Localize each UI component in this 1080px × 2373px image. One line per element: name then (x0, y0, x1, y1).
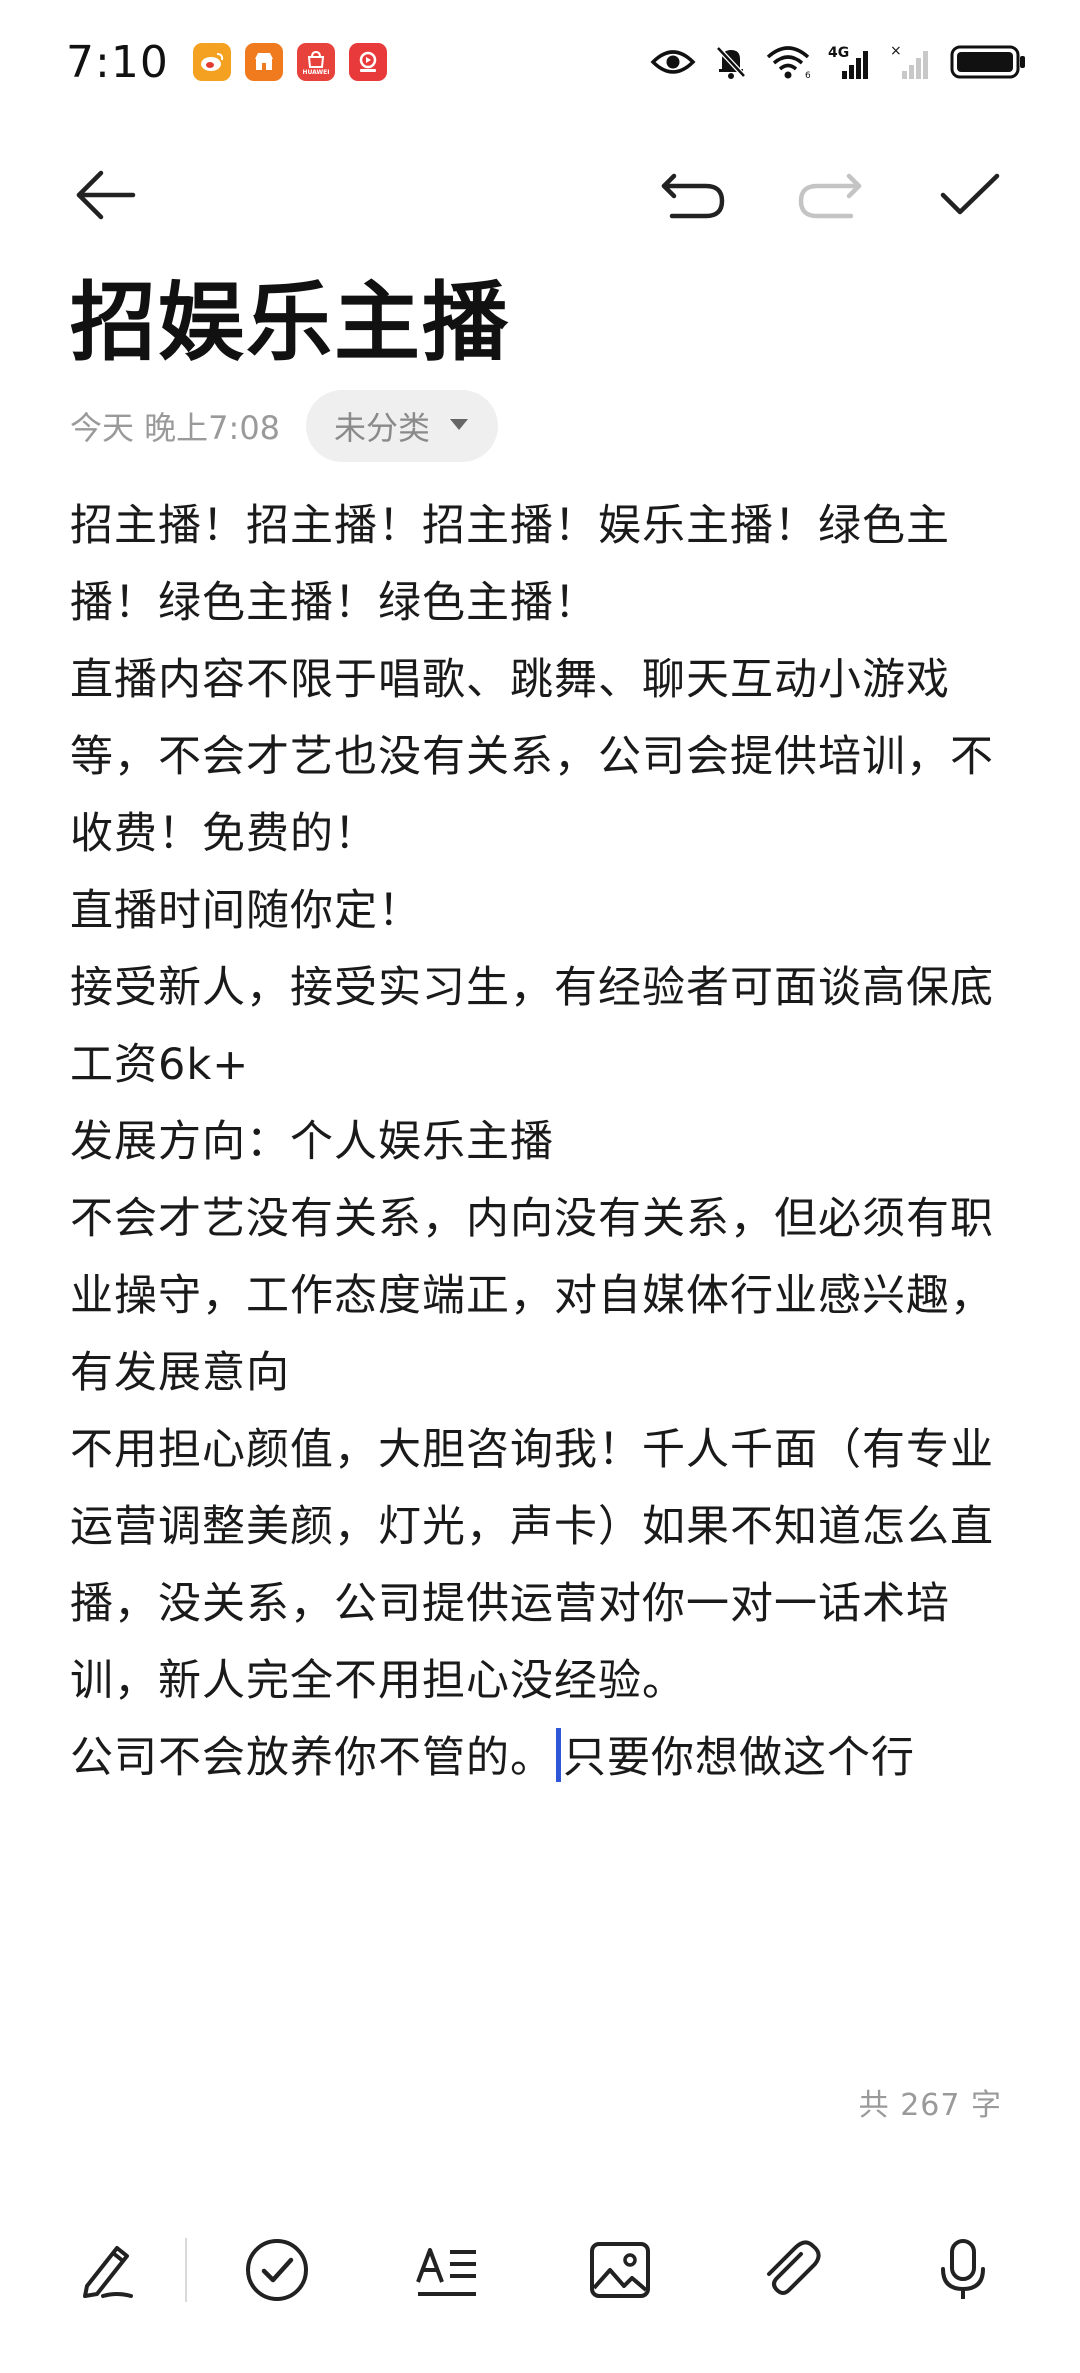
status-time: 7:10 (66, 36, 169, 88)
shop-icon (244, 43, 283, 81)
body-paragraph: 招主播！招主播！招主播！娱乐主播！绿色主播！绿色主播！绿色主播！ (70, 501, 950, 628)
taobao-live-icon (348, 43, 387, 81)
editor-toolbar (0, 150, 1080, 240)
svg-text:×: × (890, 43, 902, 59)
notes-editor-screen: 7:10 HUAWEI 6 4G × 招娱乐主播 今天 晚上7:08 未分类 招… (0, 0, 1080, 2373)
note-body[interactable]: 招主播！招主播！招主播！娱乐主播！绿色主播！绿色主播！绿色主播！ 直播内容不限于… (70, 488, 1010, 1797)
text-before-cursor: 公司不会放养你不管的。 (70, 1733, 554, 1783)
handwriting-icon[interactable] (60, 2225, 150, 2315)
status-right: 6 4G × (650, 43, 1028, 81)
body-paragraph: 发展方向：个人娱乐主播 (70, 1117, 554, 1167)
cell-signal-4g-icon: 4G (828, 43, 872, 81)
checklist-icon[interactable] (232, 2225, 322, 2315)
svg-text:HUAWEI: HUAWEI (302, 69, 329, 75)
cell-signal-empty-icon: × (890, 43, 932, 81)
battery-icon (950, 44, 1028, 80)
weibo-icon (192, 43, 231, 81)
status-left: 7:10 HUAWEI (66, 37, 387, 88)
bottom-toolbar (0, 2210, 1080, 2330)
attachment-icon[interactable] (746, 2225, 836, 2315)
text-cursor (556, 1728, 561, 1782)
body-paragraph-last: 公司不会放养你不管的。 只要你想做这个行 (70, 1720, 1010, 1797)
body-paragraph: 不会才艺没有关系，内向没有关系，但必须有职业操守，工作态度端正，对自媒体行业感兴… (70, 1194, 994, 1398)
body-paragraph: 直播时间随你定！ (70, 886, 422, 936)
category-label: 未分类 (334, 409, 431, 447)
svg-text:6: 6 (805, 71, 810, 79)
check-icon[interactable] (925, 150, 1015, 240)
body-paragraph: 不用担心颜值，大胆咨询我！千人千面（有专业运营调整美颜，灯光，声卡）如果不知道怎… (70, 1425, 994, 1706)
category-dropdown[interactable]: 未分类 (306, 390, 499, 462)
word-count: 共 267 字 (858, 2088, 1002, 2123)
text-after-cursor: 只要你想做这个行 (563, 1733, 915, 1783)
huawei-store-icon: HUAWEI (296, 43, 335, 81)
body-paragraph: 接受新人，接受实习生，有经验者可面谈高保底工资6k+ (70, 963, 994, 1090)
wifi-icon: 6 (766, 45, 810, 79)
redo-icon[interactable] (785, 150, 875, 240)
back-arrow-icon[interactable] (60, 150, 150, 240)
mute-bell-icon (714, 44, 748, 80)
image-icon[interactable] (575, 2225, 665, 2315)
toolbar-divider (185, 2238, 187, 2302)
network-type-label: 4G (828, 45, 849, 61)
body-paragraph: 直播内容不限于唱歌、跳舞、聊天互动小游戏等，不会才艺也没有关系，公司会提供培训，… (70, 655, 994, 859)
microphone-icon[interactable] (918, 2225, 1008, 2315)
text-style-icon[interactable] (403, 2225, 493, 2315)
note-meta: 今天 晚上7:08 未分类 (70, 390, 499, 462)
undo-icon[interactable] (648, 150, 738, 240)
dropdown-triangle-icon (448, 416, 470, 436)
note-timestamp: 今天 晚上7:08 (70, 409, 281, 447)
eye-icon (650, 47, 696, 77)
note-title[interactable]: 招娱乐主播 (70, 268, 510, 378)
status-bar: 7:10 HUAWEI 6 4G × (0, 0, 1080, 124)
